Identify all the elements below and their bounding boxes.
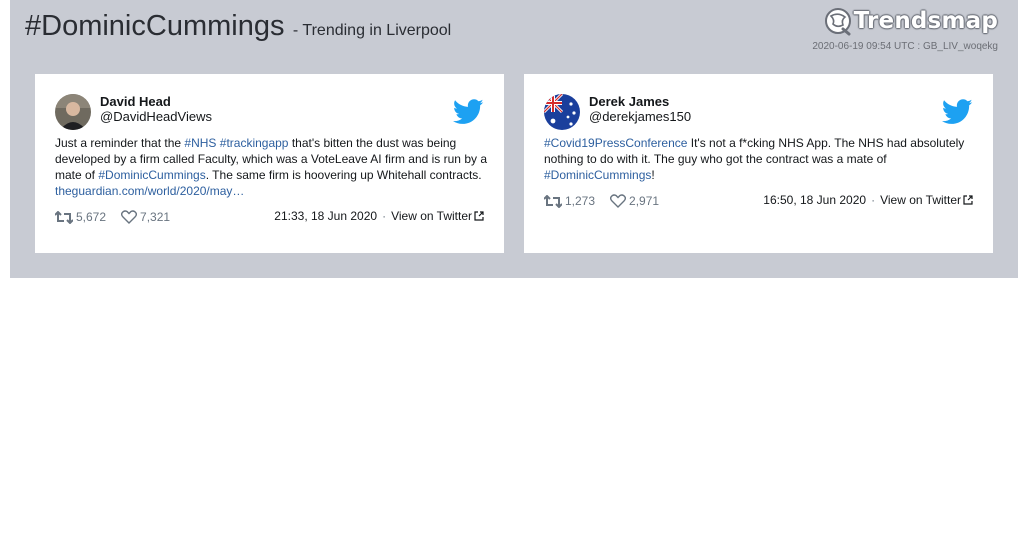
like-count[interactable]: 2,971 <box>610 194 659 208</box>
tweet-time[interactable]: 16:50, 18 Jun 2020 <box>763 193 866 207</box>
hashtag-link[interactable]: #NHS <box>184 136 216 150</box>
header-banner: #DominicCummings - Trending in Liverpool… <box>10 0 1018 278</box>
timestamp-meta: 2020-06-19 09:54 UTC : GB_LIV_woqekg <box>812 41 998 52</box>
logo-text: Trendsmap <box>853 8 998 34</box>
separator: · <box>871 193 876 207</box>
tweet-text-segment: ! <box>651 168 655 182</box>
tweet-time[interactable]: 21:33, 18 Jun 2020 <box>274 209 377 223</box>
heart-icon <box>610 194 627 208</box>
author-handle[interactable]: @derekjames150 <box>589 109 691 124</box>
tweet-stats: 1,273 2,971 <box>544 194 674 208</box>
separator: · <box>382 209 387 223</box>
external-link-icon <box>474 211 484 221</box>
retweet-icon <box>544 194 562 208</box>
hashtag-title[interactable]: #DominicCummings <box>25 10 284 42</box>
like-count[interactable]: 7,321 <box>121 210 170 224</box>
trendsmap-logo[interactable]: Trendsmap <box>823 6 998 36</box>
retweet-count[interactable]: 1,273 <box>544 194 595 208</box>
trending-location: - Trending in Liverpool <box>292 22 452 39</box>
twitter-bird-icon[interactable] <box>453 99 484 125</box>
retweet-value: 1,273 <box>565 194 596 208</box>
view-on-twitter-link[interactable]: View on Twitter <box>880 193 961 207</box>
tweet-footer: 16:50, 18 Jun 2020 · View on Twitter <box>763 193 973 207</box>
retweet-icon <box>55 210 73 224</box>
hashtag-link[interactable]: #DominicCummings <box>544 168 651 182</box>
avatar[interactable] <box>544 94 580 130</box>
like-value: 7,321 <box>140 210 171 224</box>
view-on-twitter-link[interactable]: View on Twitter <box>391 209 472 223</box>
tweet-footer: 21:33, 18 Jun 2020 · View on Twitter <box>274 209 484 223</box>
tweet-text: #Covid19PressConference It's not a f*cki… <box>544 135 976 183</box>
retweet-count[interactable]: 5,672 <box>55 210 106 224</box>
globe-icon <box>824 8 851 36</box>
avatar[interactable] <box>55 94 91 130</box>
author-name[interactable]: Derek James <box>589 94 669 109</box>
heart-icon <box>121 210 138 224</box>
author-name[interactable]: David Head <box>100 94 171 109</box>
tweet-card: David Head @DavidHeadViews Just a remind… <box>35 74 504 253</box>
tweet-text-segment: . The same firm is hoovering up Whitehal… <box>205 168 482 182</box>
tweet-text: Just a reminder that the #NHS #trackinga… <box>55 135 487 199</box>
hashtag-link[interactable]: #trackingapp <box>220 136 289 150</box>
tweet-text-segment: Just a reminder that the <box>55 136 185 150</box>
retweet-value: 5,672 <box>76 210 107 224</box>
hashtag-link[interactable]: #DominicCummings <box>98 168 205 182</box>
tweet-card: Derek James @derekjames150 #Covid19Press… <box>524 74 993 253</box>
page-title: #DominicCummings - Trending in Liverpool <box>25 10 451 43</box>
author-handle[interactable]: @DavidHeadViews <box>100 109 212 124</box>
external-link-icon <box>963 195 973 205</box>
twitter-bird-icon[interactable] <box>942 99 973 125</box>
tweet-stats: 5,672 7,321 <box>55 210 185 224</box>
like-value: 2,971 <box>629 194 660 208</box>
url-link[interactable]: theguardian.com/world/2020/may… <box>55 184 244 198</box>
hashtag-link[interactable]: #Covid19PressConference <box>544 136 687 150</box>
